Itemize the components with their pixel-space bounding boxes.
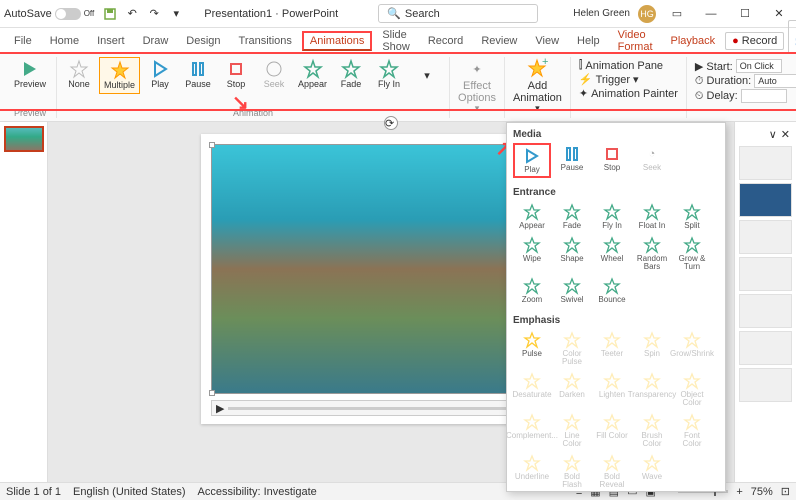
- autosave-toggle[interactable]: AutoSave Off: [4, 8, 94, 20]
- play-icon[interactable]: ▶: [216, 402, 224, 415]
- design-idea[interactable]: [739, 146, 792, 180]
- tab-help[interactable]: Help: [569, 31, 608, 51]
- toggle-switch[interactable]: [55, 8, 81, 20]
- add-animation-dropdown: Media Play Pause Stop ◔Seek Entrance App…: [506, 122, 726, 492]
- annotation-arrow: ↘: [232, 90, 249, 115]
- design-idea[interactable]: [739, 183, 792, 217]
- tab-transitions[interactable]: Transitions: [231, 31, 300, 51]
- avatar[interactable]: HG: [638, 5, 656, 23]
- tab-draw[interactable]: Draw: [135, 31, 177, 51]
- undo-icon[interactable]: ↶: [124, 6, 140, 22]
- tab-playback[interactable]: Playback: [663, 31, 724, 51]
- dd-bounce[interactable]: Bounce: [593, 275, 631, 306]
- dd-appear[interactable]: Appear: [513, 201, 551, 232]
- dd-entrance-title: Entrance: [513, 184, 719, 201]
- dd-stop[interactable]: Stop: [593, 143, 631, 178]
- design-idea[interactable]: [739, 220, 792, 254]
- dd-floatin[interactable]: Float In: [633, 201, 671, 232]
- accessibility-button[interactable]: Accessibility: Investigate: [198, 486, 317, 498]
- dd-seek[interactable]: ◔Seek: [633, 143, 671, 178]
- design-idea[interactable]: [739, 331, 792, 365]
- document-title: Presentation1 · PowerPoint: [204, 8, 338, 20]
- search-input[interactable]: 🔍 Search: [378, 4, 538, 23]
- dd-emphasis-title: Emphasis: [513, 312, 719, 329]
- tab-animations[interactable]: Animations: [302, 31, 372, 51]
- resize-handle[interactable]: [209, 390, 215, 396]
- dd-wheel[interactable]: Wheel: [593, 234, 631, 273]
- minimize-icon[interactable]: —: [698, 4, 724, 24]
- dd-play[interactable]: Play: [513, 143, 551, 178]
- dd-objectcolor[interactable]: Object Color: [673, 370, 711, 409]
- dd-split[interactable]: Split: [673, 201, 711, 232]
- dd-underline[interactable]: Underline: [513, 452, 551, 491]
- design-idea[interactable]: [739, 257, 792, 291]
- design-idea[interactable]: [739, 368, 792, 402]
- dd-boldreveal[interactable]: Bold Reveal: [593, 452, 631, 491]
- slide-thumbnail[interactable]: [4, 126, 44, 152]
- main-area: 1 ⟳ ▶ ↗ Media Play Pause Stop: [0, 122, 796, 482]
- dd-pause[interactable]: Pause: [553, 143, 591, 178]
- dd-growshrink[interactable]: Grow/Shrink: [673, 329, 711, 368]
- redo-icon[interactable]: ↷: [146, 6, 162, 22]
- zoom-level[interactable]: 75%: [751, 486, 773, 498]
- slide-thumbnail-panel: 1: [0, 122, 48, 482]
- dd-wipe[interactable]: Wipe: [513, 234, 551, 273]
- tab-record[interactable]: Record: [420, 31, 471, 51]
- dd-darken[interactable]: Darken: [553, 370, 591, 409]
- design-idea[interactable]: [739, 294, 792, 328]
- resize-handle[interactable]: [209, 142, 215, 148]
- dd-randombars[interactable]: Random Bars: [633, 234, 671, 273]
- dd-fillcolor[interactable]: Fill Color: [593, 411, 631, 450]
- tab-home[interactable]: Home: [42, 31, 87, 51]
- tab-design[interactable]: Design: [178, 31, 228, 51]
- dd-transparency[interactable]: Transparency: [633, 370, 671, 409]
- language-button[interactable]: English (United States): [73, 486, 186, 498]
- dd-wave[interactable]: Wave: [633, 452, 671, 491]
- dd-pulse[interactable]: Pulse: [513, 329, 551, 368]
- dd-fontcolor[interactable]: Font Color: [673, 411, 711, 450]
- panel-expand-icon[interactable]: ∨: [769, 128, 777, 141]
- search-icon: 🔍: [387, 7, 401, 20]
- dd-zoom[interactable]: Zoom: [513, 275, 551, 306]
- dd-growturn[interactable]: Grow & Turn: [673, 234, 711, 273]
- dd-shape[interactable]: Shape: [553, 234, 591, 273]
- tab-review[interactable]: Review: [473, 31, 525, 51]
- ribbon-tabs: File Home Insert Draw Design Transitions…: [0, 28, 796, 54]
- dropdown-icon[interactable]: ▾: [168, 6, 184, 22]
- record-button[interactable]: ●Record: [725, 32, 784, 50]
- tab-file[interactable]: File: [6, 31, 40, 51]
- dd-linecolor[interactable]: Line Color: [553, 411, 591, 450]
- save-icon[interactable]: [102, 6, 118, 22]
- design-ideas-panel: ∨✕: [734, 122, 796, 482]
- dd-flyin[interactable]: Fly In: [593, 201, 631, 232]
- dd-lighten[interactable]: Lighten: [593, 370, 631, 409]
- dd-media-title: Media: [513, 126, 719, 143]
- dd-teeter[interactable]: Teeter: [593, 329, 631, 368]
- ribbon: Preview Preview None Multiple Play Pause…: [0, 54, 796, 122]
- rotate-handle[interactable]: ⟳: [384, 116, 398, 130]
- dd-swivel[interactable]: Swivel: [553, 275, 591, 306]
- dd-spin[interactable]: Spin: [633, 329, 671, 368]
- user-name[interactable]: Helen Green: [573, 8, 630, 19]
- dd-boldflash[interactable]: Bold Flash: [553, 452, 591, 491]
- zoom-in-icon[interactable]: +: [736, 486, 742, 498]
- tab-insert[interactable]: Insert: [89, 31, 133, 51]
- ribbon-display-icon[interactable]: ▭: [664, 4, 690, 24]
- dd-fade[interactable]: Fade: [553, 201, 591, 232]
- dd-complement[interactable]: Complement...: [513, 411, 551, 450]
- fit-icon[interactable]: ⊡: [781, 485, 790, 498]
- slide-counter[interactable]: Slide 1 of 1: [6, 486, 61, 498]
- dd-colorpulse[interactable]: Color Pulse: [553, 329, 591, 368]
- dd-brushcolor[interactable]: Brush Color: [633, 411, 671, 450]
- tab-view[interactable]: View: [527, 31, 567, 51]
- dd-desaturate[interactable]: Desaturate: [513, 370, 551, 409]
- panel-close-icon[interactable]: ✕: [781, 128, 790, 141]
